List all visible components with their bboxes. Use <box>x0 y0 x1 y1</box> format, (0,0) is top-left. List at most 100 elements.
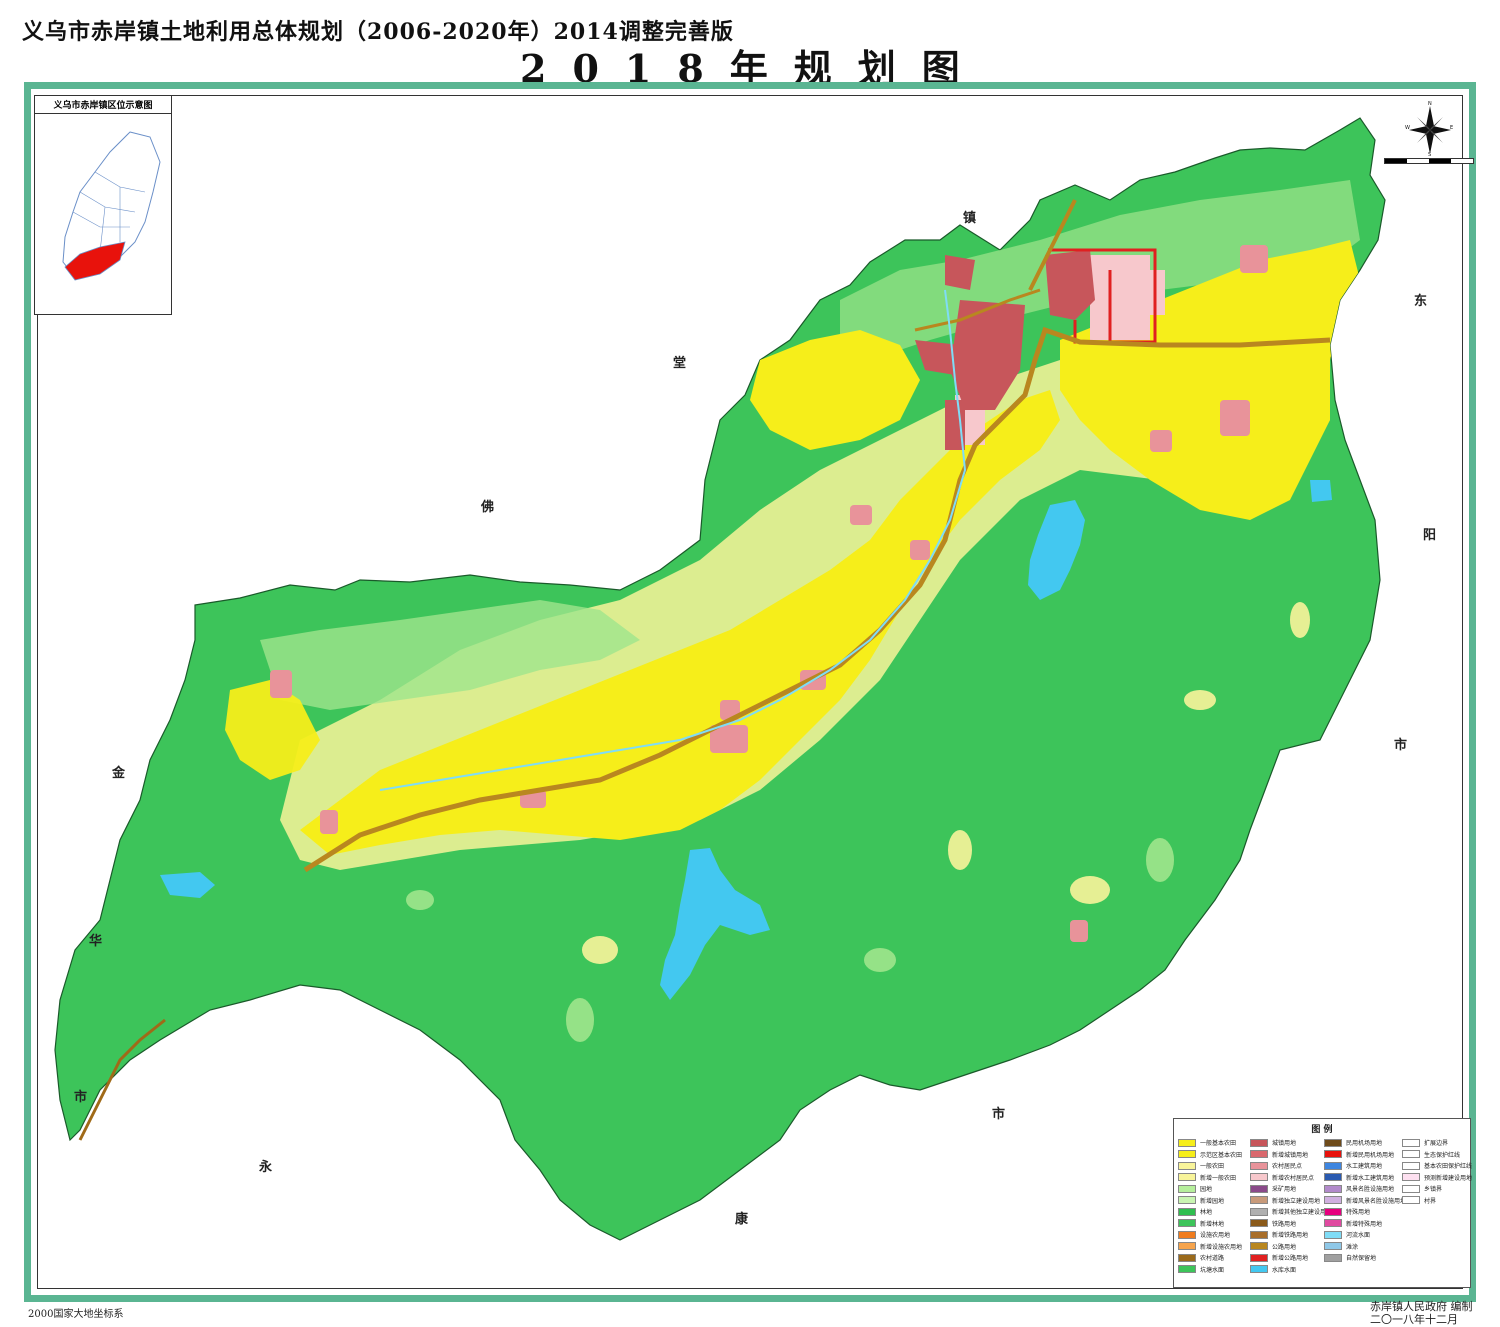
legend-label: 新增设施农用地 <box>1200 1243 1243 1251</box>
legend-label: 基本农田保护红线 <box>1424 1163 1473 1171</box>
legend-swatch <box>1178 1138 1196 1147</box>
legend-swatch <box>1178 1173 1196 1182</box>
legend-swatch <box>1178 1230 1196 1239</box>
inset-map <box>62 131 161 281</box>
legend-label: 乡镇界 <box>1424 1186 1443 1194</box>
compass-rose-icon: N S E W <box>1405 101 1453 156</box>
legend-label: 新增民用机场用地 <box>1346 1151 1395 1159</box>
legend-swatch <box>1178 1242 1196 1251</box>
legend-label: 新增铁路用地 <box>1272 1232 1309 1240</box>
legend-item: 河流水面 <box>1324 1229 1406 1241</box>
legend-item: 设施农用地 <box>1178 1229 1242 1241</box>
legend-label: 林地 <box>1200 1209 1213 1217</box>
legend-title: 图 例 <box>1311 1125 1333 1135</box>
scale-bar <box>1384 158 1474 164</box>
neighbor-label: 阳 <box>1423 528 1436 543</box>
legend-item: 城镇用地 <box>1250 1137 1332 1149</box>
legend-label: 村界 <box>1424 1197 1437 1205</box>
legend-swatch <box>1324 1196 1342 1205</box>
legend-item: 一般农田 <box>1178 1160 1242 1172</box>
legend-label: 河流水面 <box>1346 1232 1371 1240</box>
legend-item: 农村居民点 <box>1250 1160 1332 1172</box>
neighbor-label: 佛 <box>480 499 494 515</box>
compass-north: N <box>1428 101 1432 107</box>
legend-label: 新增独立建设用地 <box>1272 1197 1321 1205</box>
legend-item: 新增城镇用地 <box>1250 1149 1332 1161</box>
legend-swatch <box>1178 1207 1196 1216</box>
legend-item: 新增民用机场用地 <box>1324 1149 1406 1161</box>
legend-swatch <box>1250 1184 1268 1193</box>
legend-swatch <box>1250 1219 1268 1228</box>
legend-item: 新增林地 <box>1178 1218 1242 1230</box>
legend-item: 新增设施农用地 <box>1178 1241 1242 1253</box>
legend-swatch <box>1178 1253 1196 1262</box>
legend-swatch <box>1324 1150 1342 1159</box>
legend-item: 乡镇界 <box>1402 1183 1472 1195</box>
legend-label: 新增其他独立建设用地 <box>1272 1209 1333 1217</box>
legend-swatch <box>1178 1265 1196 1274</box>
legend-item: 一般基本农田 <box>1178 1137 1242 1149</box>
neighbor-label: 堂 <box>673 355 686 371</box>
compass-west: W <box>1405 125 1410 131</box>
legend-item: 农村道路 <box>1178 1252 1242 1264</box>
legend-swatch <box>1178 1161 1196 1170</box>
legend-item: 民用机场用地 <box>1324 1137 1406 1149</box>
legend-label: 风景名胜设施用地 <box>1346 1186 1395 1194</box>
legend-label: 新增风景名胜设施用地 <box>1346 1197 1407 1205</box>
legend-label: 民用机场用地 <box>1346 1140 1383 1148</box>
legend-label: 农村居民点 <box>1272 1163 1303 1171</box>
legend-swatch <box>1178 1196 1196 1205</box>
legend-swatch <box>1324 1253 1342 1262</box>
legend-label: 园地 <box>1200 1186 1213 1194</box>
legend-swatch <box>1402 1196 1420 1205</box>
legend-swatch <box>1324 1219 1342 1228</box>
legend-item: 预测新增建设用地 <box>1402 1172 1472 1184</box>
legend-label: 特殊用地 <box>1346 1209 1371 1217</box>
legend-swatch <box>1324 1173 1342 1182</box>
legend-item: 新增农村居民点 <box>1250 1172 1332 1184</box>
legend-swatch <box>1324 1161 1342 1170</box>
legend-label: 铁路用地 <box>1272 1220 1297 1228</box>
legend-swatch <box>1250 1150 1268 1159</box>
neighbor-label: 市 <box>74 1089 87 1105</box>
legend-swatch <box>1250 1138 1268 1147</box>
legend-item: 滩涂 <box>1324 1241 1406 1253</box>
legend-label: 设施农用地 <box>1200 1232 1231 1240</box>
neighbor-label: 东 <box>1414 293 1427 309</box>
legend-item: 风景名胜设施用地 <box>1324 1183 1406 1195</box>
legend-label: 新增城镇用地 <box>1272 1151 1309 1159</box>
compass-east: E <box>1450 125 1453 131</box>
legend-item: 采矿用地 <box>1250 1183 1332 1195</box>
legend-label: 自然保留地 <box>1346 1255 1377 1263</box>
legend-item: 水工建筑用地 <box>1324 1160 1406 1172</box>
legend-label: 坑塘水面 <box>1200 1266 1225 1274</box>
legend-swatch <box>1402 1150 1420 1159</box>
legend-item: 新增园地 <box>1178 1195 1242 1207</box>
legend-label: 城镇用地 <box>1272 1140 1297 1148</box>
legend-swatch <box>1250 1173 1268 1182</box>
legend-item: 扩展边界 <box>1402 1137 1472 1149</box>
legend-item: 林地 <box>1178 1206 1242 1218</box>
legend-item: 生态保护红线 <box>1402 1149 1472 1161</box>
legend-label: 生态保护红线 <box>1424 1151 1461 1159</box>
legend-item: 新增其他独立建设用地 <box>1250 1206 1332 1218</box>
legend-column: 一般基本农田 示范区基本农田 一般农田新增一般农田 园地 新增园地林地 新增林地设施农用地… <box>1178 1137 1242 1275</box>
neighbor-label: 市 <box>1394 737 1407 753</box>
legend-item: 园地 <box>1178 1183 1242 1195</box>
legend-label: 新增一般农田 <box>1200 1174 1237 1182</box>
legend-item: 基本农田保护红线 <box>1402 1160 1472 1172</box>
legend-label: 扩展边界 <box>1424 1140 1449 1148</box>
legend-label: 新增公路用地 <box>1272 1255 1309 1263</box>
neighbor-label: 华 <box>89 933 102 949</box>
legend-swatch <box>1324 1138 1342 1147</box>
legend-label: 采矿用地 <box>1272 1186 1297 1194</box>
legend-item: 坑塘水面 <box>1178 1264 1242 1276</box>
location-inset: 义乌市赤岸镇区位示意图 <box>34 95 172 315</box>
publisher-note: 赤岸镇人民政府 编制 二〇一八年十二月 <box>1370 1300 1473 1326</box>
legend: 图 例 一般基本农田 示范区基本农田 一般农田新增一般农田 园地 新增园地林地 新增林地设… <box>1173 1118 1472 1288</box>
reservoir-east <box>1310 480 1332 502</box>
legend-label: 公路用地 <box>1272 1243 1297 1251</box>
legend-item: 示范区基本农田 <box>1178 1149 1242 1161</box>
neighbor-label: 康 <box>735 1211 749 1227</box>
legend-column: 民用机场用地 新增民用机场用地 水工建筑用地 新增水工建筑用地 风景名胜设施用地 新增风景… <box>1324 1137 1406 1264</box>
